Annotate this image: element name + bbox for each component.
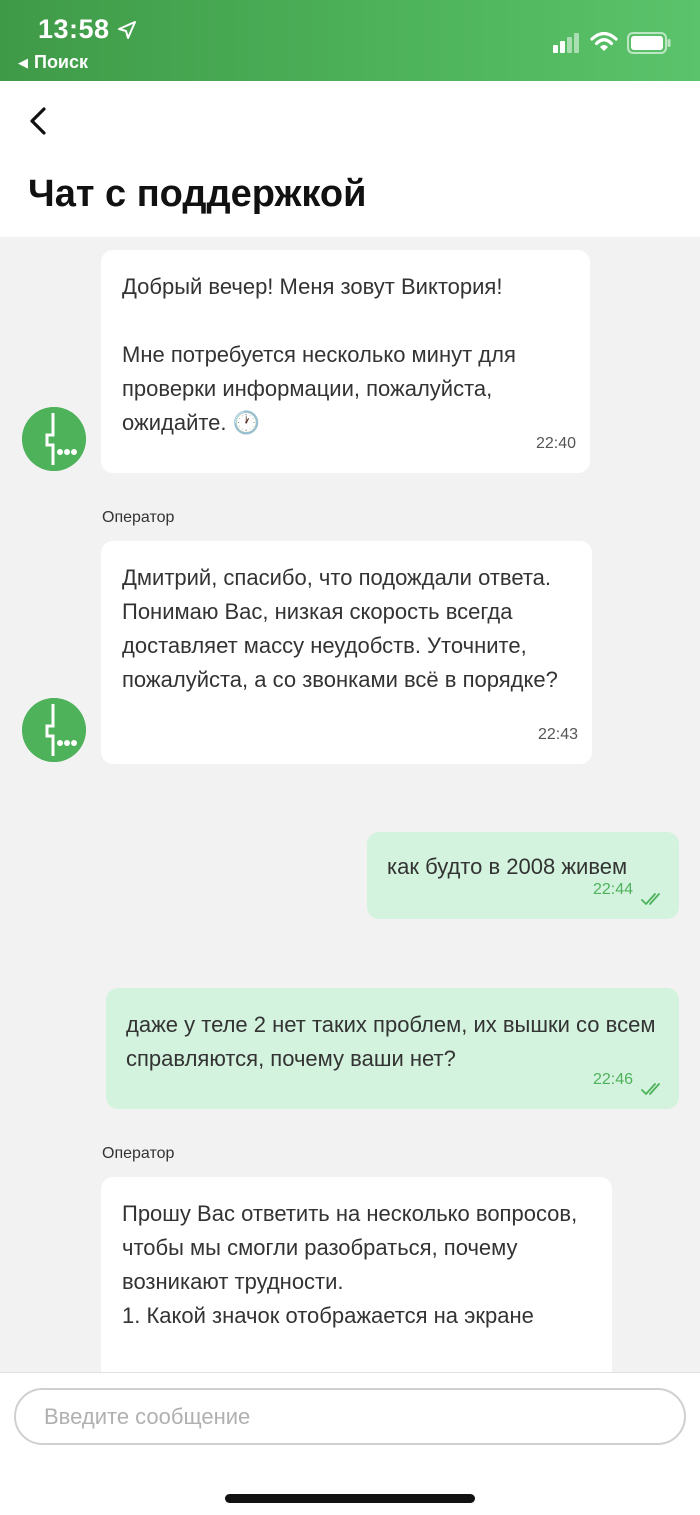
header: Чат с поддержкой <box>0 81 700 237</box>
status-time: 13:58 <box>38 14 110 44</box>
chevron-left-icon <box>30 107 46 135</box>
operator-message: Дмитрий, спасибо, что подождали ответа. … <box>101 541 592 764</box>
user-message: как будто в 2008 живем 22:44 <box>367 832 679 919</box>
location-arrow-icon <box>118 21 136 39</box>
home-indicator <box>225 1494 475 1503</box>
message-input[interactable] <box>14 1388 686 1445</box>
message-time: 22:43 <box>537 726 578 743</box>
back-to-app-link[interactable]: ◀ Поиск <box>18 52 88 73</box>
page-title: Чат с поддержкой <box>28 173 367 215</box>
double-check-icon <box>641 1083 660 1095</box>
back-triangle-icon: ◀ <box>18 54 28 70</box>
signal-icon <box>553 33 579 53</box>
user-message: даже у теле 2 нет таких проблем, их вышк… <box>106 988 679 1109</box>
message-text: Добрый вечер! Меня зовут Виктория! Мне п… <box>122 274 516 435</box>
back-app-label: Поиск <box>34 52 89 72</box>
message-time: 22:46 <box>592 1071 633 1088</box>
message-time: 22:40 <box>535 435 576 452</box>
operator-avatar <box>22 407 86 471</box>
message-time: 22:44 <box>592 881 633 898</box>
double-check-icon <box>641 893 660 905</box>
operator-message: Прошу Вас ответить на несколько вопросов… <box>101 1177 612 1372</box>
sender-label: Оператор <box>102 509 175 526</box>
message-composer <box>0 1372 700 1515</box>
message-text: Дмитрий, спасибо, что подождали ответа. … <box>122 565 558 692</box>
sender-label: Оператор <box>102 1145 175 1162</box>
wifi-icon <box>590 31 618 51</box>
chat-message-list[interactable]: Добрый вечер! Меня зовут Виктория! Мне п… <box>0 237 700 1372</box>
operator-avatar <box>22 698 86 762</box>
battery-icon <box>627 32 671 54</box>
message-text: Прошу Вас ответить на несколько вопросов… <box>122 1201 578 1328</box>
status-bar: 13:58 ◀ Поиск <box>0 0 700 81</box>
back-button[interactable] <box>20 103 56 139</box>
operator-message: Добрый вечер! Меня зовут Виктория! Мне п… <box>101 250 590 473</box>
message-text: даже у теле 2 нет таких проблем, их вышк… <box>126 1012 662 1071</box>
